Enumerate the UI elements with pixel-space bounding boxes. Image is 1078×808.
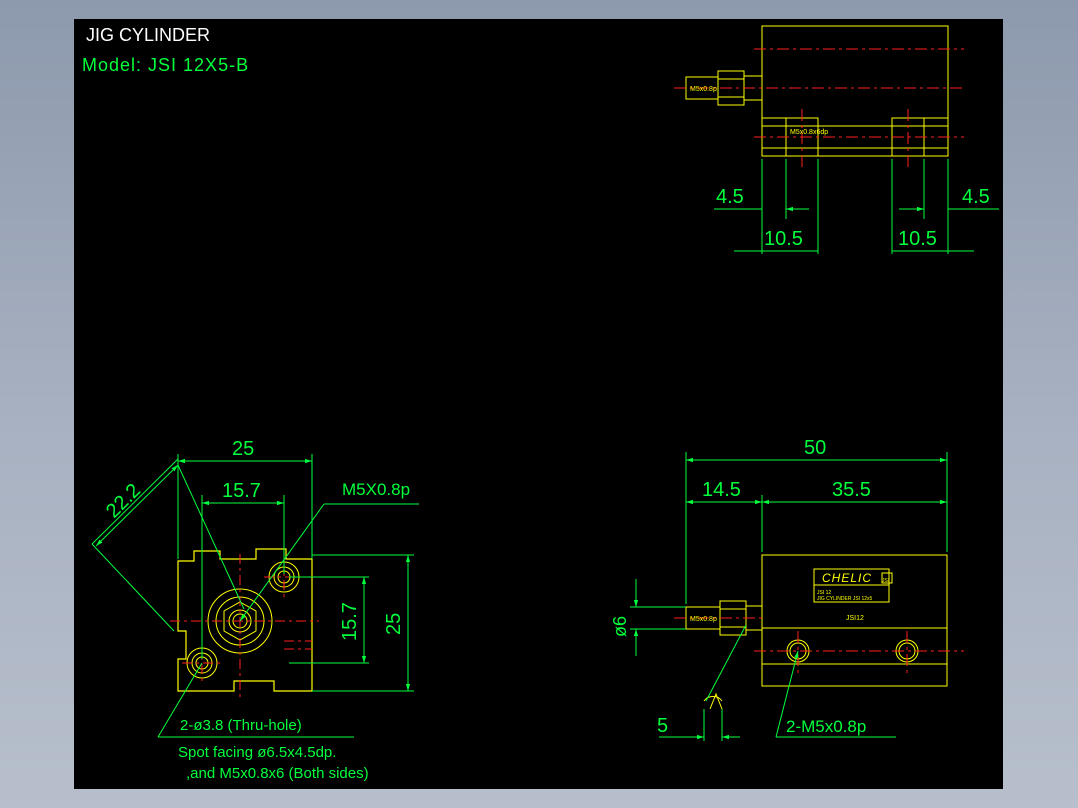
end-note-line2: Spot facing ø6.5x4.5dp.	[178, 744, 336, 761]
side-port-label: M5x0.8p	[690, 616, 717, 623]
end-dim-height: 25	[383, 613, 405, 635]
side-view: CHELIC JSI JSI 12 JIG CYLINDER JSI 12x5 …	[610, 437, 964, 741]
side-model-tag: JSI12	[846, 615, 864, 622]
top-dim-left-small: 4.5	[716, 186, 744, 208]
brand-logo: CHELIC	[822, 571, 872, 585]
end-note-line3: ,and M5x0.8x6 (Both sides)	[186, 765, 369, 782]
nameplate-line2: JIG CYLINDER JSI 12x5	[817, 596, 873, 602]
side-dim-rod-diameter: ø6	[610, 616, 630, 637]
side-dim-left: 14.5	[702, 479, 741, 501]
cad-drawing: JIG CYLINDER Model: JSI 12X5-B M5x0.8p M…	[82, 25, 999, 782]
drawing-title: JIG CYLINDER	[86, 25, 210, 45]
brand-badge: JSI	[882, 578, 889, 584]
side-dim-total: 50	[804, 437, 826, 459]
side-dim-nut: 5	[657, 715, 668, 737]
top-dim-right-small: 4.5	[962, 186, 990, 208]
side-ports-label: 2-M5x0.8p	[786, 717, 866, 736]
top-bore-label: M5x0.8x6dp	[790, 129, 828, 136]
end-note-line1: 2-ø3.8 (Thru-hole)	[180, 717, 302, 734]
model-label: Model: JSI 12X5-B	[82, 55, 249, 75]
side-dim-right: 35.5	[832, 479, 871, 501]
top-port-label: M5x0.8p	[690, 86, 717, 93]
end-dim-inner: 15.7	[222, 480, 261, 502]
top-view: M5x0.8p M5x0.8x6dp 4.5 4.5 10.5 10.5	[674, 25, 999, 254]
end-thread-label: M5X0.8p	[342, 480, 410, 499]
cad-drawing-canvas[interactable]: JIG CYLINDER Model: JSI 12X5-B M5x0.8p M…	[74, 19, 1003, 789]
end-dim-diagonal: 22.2	[102, 479, 145, 522]
end-dim-height-inner: 15.7	[339, 602, 361, 641]
top-dim-right-wide: 10.5	[898, 228, 937, 250]
end-view: 25 15.7 22.2 15.7 25 M5X0.8p 2-ø3.8 (Thr…	[91, 438, 419, 782]
top-dim-left-wide: 10.5	[764, 228, 803, 250]
end-dim-width: 25	[232, 438, 254, 460]
